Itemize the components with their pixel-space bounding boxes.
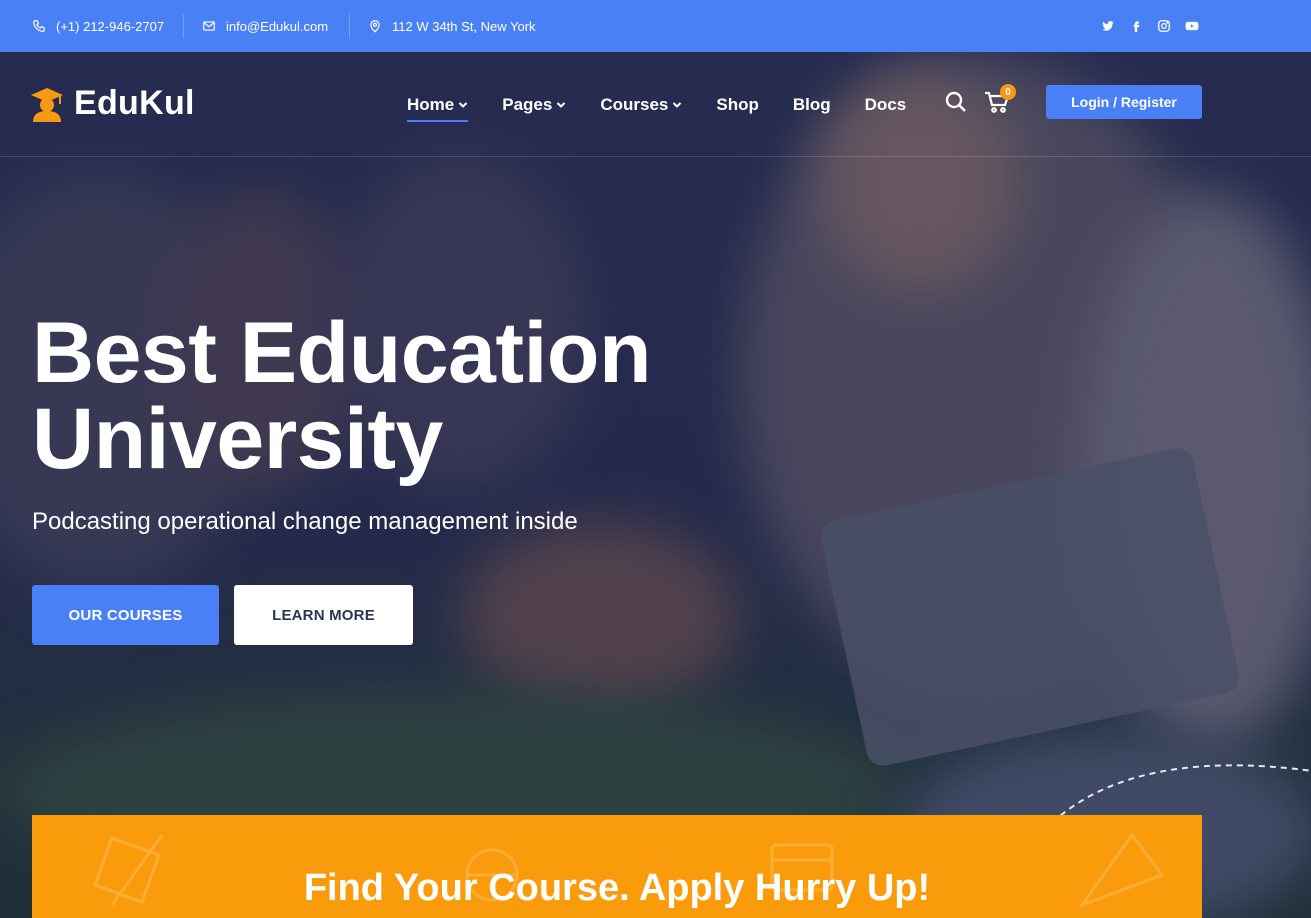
nav-item-blog[interactable]: Blog [793,92,831,118]
phone-text: (+1) 212-946-2707 [56,18,165,34]
instagram-icon[interactable] [1157,19,1171,33]
banner-title: Find Your Course. Apply Hurry Up! [303,867,931,909]
nav-item-shop[interactable]: Shop [716,92,759,118]
search-icon[interactable] [944,90,968,114]
youtube-icon[interactable] [1185,19,1199,33]
nav-label: Pages [502,95,553,114]
nav-label: Courses [600,95,669,114]
main-header: EduKul Home Pages Courses Shop Blog Docs… [0,52,1311,157]
envelope-icon [203,21,215,31]
nav-item-docs[interactable]: Docs [865,92,907,118]
hero-subtitle: Podcasting operational change management… [32,508,578,535]
main-navigation: Home Pages Courses Shop Blog Docs [407,92,907,122]
address-info: 112 W 34th St, New York [368,0,536,52]
phone-contact[interactable]: (+1) 212-946-2707 [32,0,164,52]
nav-item-pages[interactable]: Pages [502,92,566,118]
find-course-banner: Find Your Course. Apply Hurry Up! [32,815,1202,918]
twitter-icon[interactable] [1101,19,1115,33]
nav-item-home[interactable]: Home [407,92,469,122]
our-courses-button[interactable]: OUR COURSES [32,585,219,645]
hero-section: EduKul Home Pages Courses Shop Blog Docs… [0,52,1311,918]
hero-title: Best Education University [32,310,651,482]
nav-label: Shop [716,95,759,114]
brand-name: EduKul [74,84,195,122]
chevron-down-icon [459,102,468,108]
divider [183,14,184,38]
divider [349,14,350,38]
nav-label: Home [407,95,455,114]
nav-label: Blog [792,95,831,114]
hero-title-line2: University [32,391,443,487]
learn-more-button[interactable]: LEARN MORE [234,585,413,645]
address-text: 112 W 34th St, New York [392,18,536,34]
email-contact[interactable]: info@Edukul.com [202,0,328,52]
chevron-down-icon [557,102,566,108]
phone-icon [33,20,45,32]
nav-item-courses[interactable]: Courses [600,92,682,118]
brand-logo[interactable]: EduKul [30,84,195,123]
top-info-bar: (+1) 212-946-2707 info@Edukul.com 112 W … [0,0,1311,52]
cart-count-badge: 0 [1000,84,1016,100]
social-links [1101,0,1199,52]
hero-title-line1: Best Education [32,305,651,401]
location-pin-icon [370,20,380,33]
nav-label: Docs [864,95,907,114]
email-text: info@Edukul.com [226,18,329,34]
facebook-icon[interactable] [1129,19,1143,33]
login-register-button[interactable]: Login / Register [1046,85,1202,119]
graduate-icon [31,87,63,122]
chevron-down-icon [673,102,682,108]
